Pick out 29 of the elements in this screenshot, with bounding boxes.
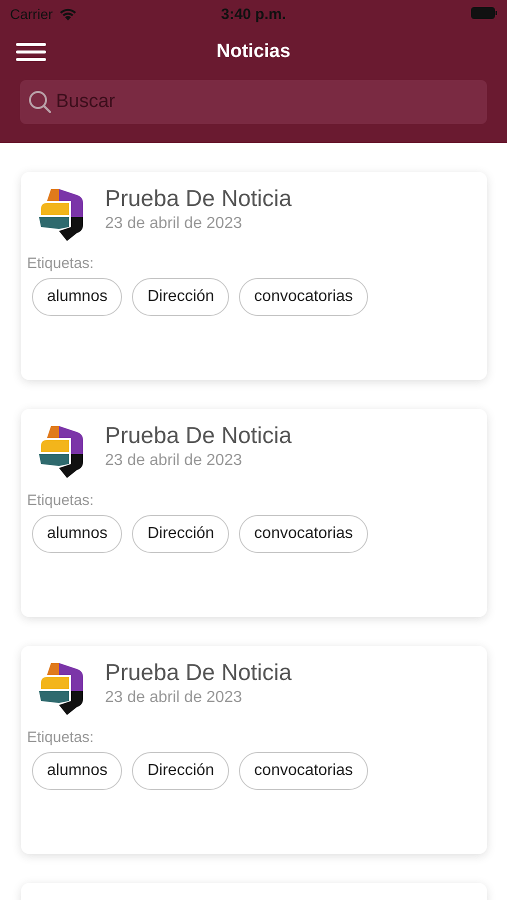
news-date: 23 de abril de 2023: [105, 689, 243, 707]
news-card[interactable]: Prueba De Noticia 23 de abril de 2023 Etiquetas: alumnos Dirección convocatorias: [21, 409, 487, 617]
tags-label: Etiquetas:: [27, 255, 95, 272]
tag-chip[interactable]: convocatorias: [239, 752, 368, 790]
news-card[interactable]: Prueba De Noticia 23 de abril de 2023 Etiquetas: alumnos Dirección convocatorias: [21, 172, 487, 380]
tag-chip[interactable]: alumnos: [32, 278, 122, 316]
news-card[interactable]: Prueba De Noticia 23 de abril de 2023 Etiquetas: alumnos Dirección convocatorias: [21, 646, 487, 854]
news-date: 23 de abril de 2023: [105, 215, 243, 233]
menu-icon[interactable]: [16, 42, 46, 62]
battery-icon: [471, 7, 497, 19]
tag-chip[interactable]: alumnos: [32, 752, 122, 790]
news-title: Prueba De Noticia: [105, 659, 292, 686]
tag-chip[interactable]: Dirección: [132, 515, 230, 553]
tag-chip[interactable]: alumnos: [32, 515, 122, 553]
clock-time: 3:40 p.m.: [220, 6, 286, 22]
search-field[interactable]: Buscar: [20, 80, 487, 124]
search-icon: [28, 90, 52, 114]
carrier-label: Carrier: [10, 6, 53, 22]
wifi-icon: [58, 8, 77, 20]
tag-chip[interactable]: convocatorias: [239, 278, 368, 316]
page-title: Noticias: [216, 41, 290, 63]
tags-label: Etiquetas:: [27, 729, 95, 746]
tag-chip[interactable]: Dirección: [132, 278, 230, 316]
news-title: Prueba De Noticia: [105, 422, 292, 449]
news-title: Prueba De Noticia: [105, 185, 292, 212]
tags-label: Etiquetas:: [27, 492, 95, 509]
tag-chip[interactable]: Dirección: [132, 752, 230, 790]
news-date: 23 de abril de 2023: [105, 452, 243, 470]
tag-chip[interactable]: convocatorias: [239, 515, 368, 553]
